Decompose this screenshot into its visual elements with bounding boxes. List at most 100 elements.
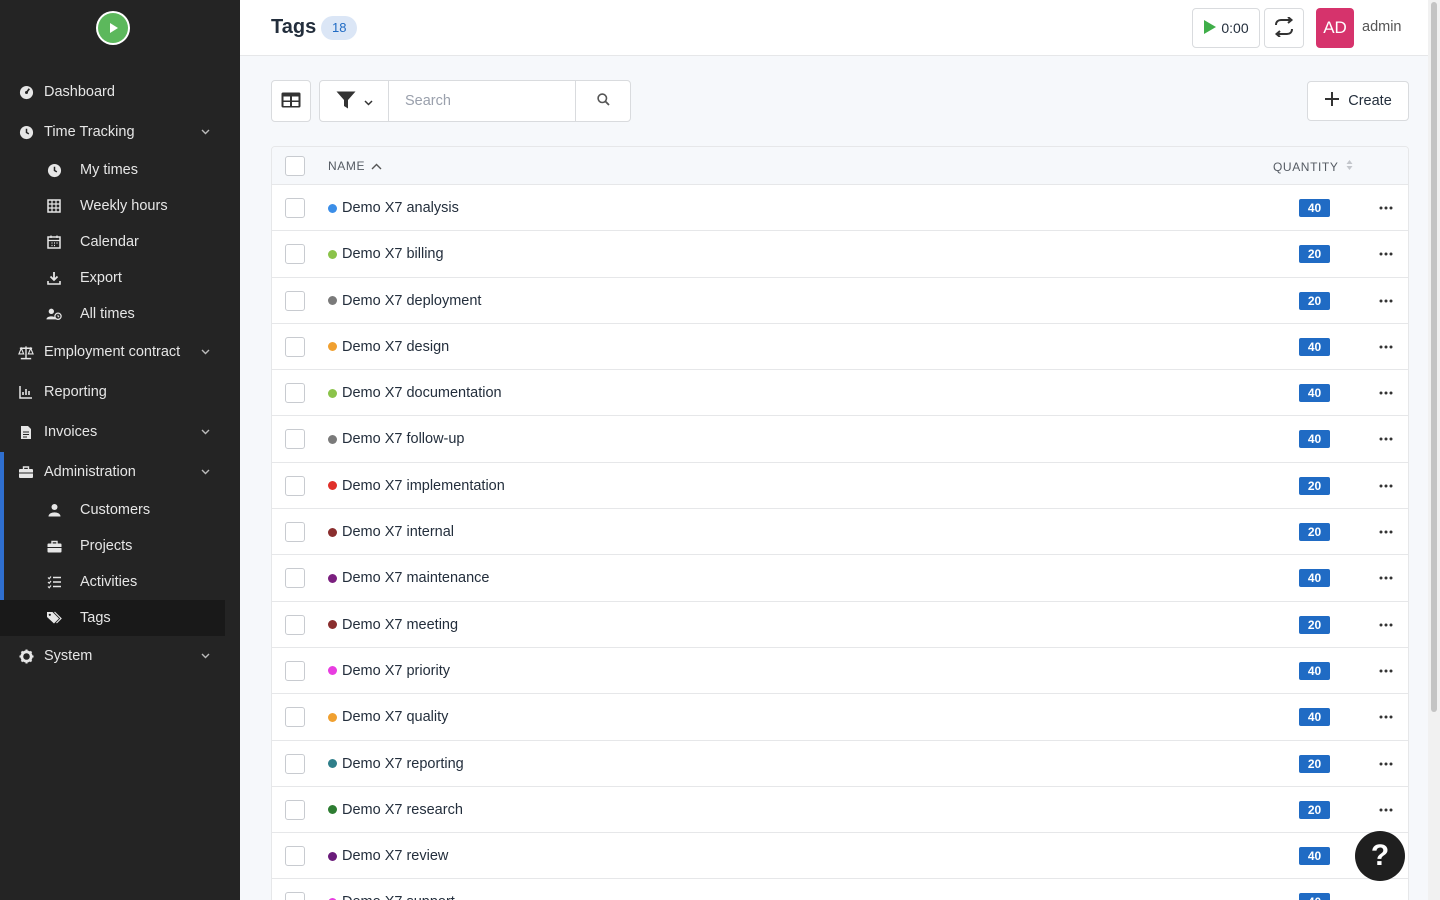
filter-button[interactable] xyxy=(320,81,389,121)
table-row[interactable]: Demo X7 research 20 xyxy=(272,787,1408,834)
tag-name-cell[interactable]: Demo X7 reporting xyxy=(328,756,464,772)
tag-name-cell[interactable]: Demo X7 research xyxy=(328,802,463,818)
column-header-name[interactable]: NAME xyxy=(328,159,382,173)
table-row[interactable]: Demo X7 documentation 40 xyxy=(272,370,1408,417)
row-actions-button[interactable] xyxy=(1376,384,1396,402)
table-row[interactable]: Demo X7 priority 40 xyxy=(272,648,1408,695)
row-actions-button[interactable] xyxy=(1376,477,1396,495)
row-checkbox[interactable] xyxy=(285,846,305,867)
table-row[interactable]: Demo X7 design 40 xyxy=(272,324,1408,371)
row-actions-button[interactable] xyxy=(1376,801,1396,819)
sidebar-item-time-tracking[interactable]: Time Tracking xyxy=(0,112,240,152)
start-timer-button[interactable]: 0:00 xyxy=(1192,8,1260,48)
row-checkbox[interactable] xyxy=(285,799,305,820)
select-all-checkbox[interactable] xyxy=(285,156,305,176)
tag-name-cell[interactable]: Demo X7 implementation xyxy=(328,478,505,494)
tag-name-cell[interactable]: Demo X7 deployment xyxy=(328,293,481,309)
row-actions-button[interactable] xyxy=(1376,662,1396,680)
row-actions-button[interactable] xyxy=(1376,338,1396,356)
tag-color-dot xyxy=(328,434,337,444)
tag-name-cell[interactable]: Demo X7 maintenance xyxy=(328,570,490,586)
table-row[interactable]: Demo X7 meeting 20 xyxy=(272,602,1408,648)
row-actions-button[interactable] xyxy=(1376,292,1396,310)
tag-name-cell[interactable]: Demo X7 meeting xyxy=(328,617,458,633)
sidebar-item-customers[interactable]: Customers xyxy=(0,492,240,528)
sidebar-item-reporting[interactable]: Reporting xyxy=(0,372,240,412)
sidebar-item-my-times[interactable]: My times xyxy=(0,152,240,188)
sidebar-item-tags[interactable]: Tags xyxy=(0,600,225,636)
page-scrollbar[interactable] xyxy=(1428,0,1440,900)
row-checkbox[interactable] xyxy=(285,892,305,900)
row-actions-button[interactable] xyxy=(1376,523,1396,541)
row-checkbox[interactable] xyxy=(285,290,305,311)
sidebar-item-administration[interactable]: Administration xyxy=(0,452,240,492)
tag-name-cell[interactable]: Demo X7 review xyxy=(328,848,448,864)
tag-name: Demo X7 review xyxy=(342,848,449,865)
sidebar-item-export[interactable]: Export xyxy=(0,260,240,296)
tag-name-cell[interactable]: Demo X7 priority xyxy=(328,663,450,679)
table-row[interactable]: Demo X7 deployment 20 xyxy=(272,278,1408,324)
row-checkbox[interactable] xyxy=(285,429,305,450)
row-actions-button[interactable] xyxy=(1376,708,1396,726)
sort-icon xyxy=(1346,159,1353,174)
row-actions-button[interactable] xyxy=(1376,569,1396,587)
table-row[interactable]: Demo X7 quality 40 xyxy=(272,694,1408,741)
row-checkbox[interactable] xyxy=(285,475,305,496)
column-header-quantity[interactable]: QUANTITY xyxy=(1273,159,1353,174)
table-row[interactable]: Demo X7 follow-up 40 xyxy=(272,416,1408,463)
row-checkbox[interactable] xyxy=(285,522,305,543)
avatar[interactable]: AD xyxy=(1316,8,1354,48)
table-view-button[interactable] xyxy=(271,80,311,122)
row-actions-button[interactable] xyxy=(1376,430,1396,448)
row-actions-button[interactable] xyxy=(1376,755,1396,773)
sidebar-item-label: System xyxy=(44,648,93,664)
sidebar-item-employment-contract[interactable]: Employment contract xyxy=(0,332,240,372)
row-actions-button[interactable] xyxy=(1376,245,1396,263)
row-checkbox[interactable] xyxy=(285,707,305,728)
sidebar-item-all-times[interactable]: All times xyxy=(0,296,240,332)
sidebar-item-dashboard[interactable]: Dashboard xyxy=(0,72,240,112)
row-checkbox[interactable] xyxy=(285,660,305,681)
row-checkbox[interactable] xyxy=(285,568,305,589)
row-checkbox[interactable] xyxy=(285,198,305,218)
tag-name-cell[interactable]: Demo X7 analysis xyxy=(328,200,459,216)
row-checkbox[interactable] xyxy=(285,336,305,357)
sidebar-item-projects[interactable]: Projects xyxy=(0,528,240,564)
search-button[interactable] xyxy=(576,81,630,121)
create-button[interactable]: Create xyxy=(1307,81,1409,121)
tag-name-cell[interactable]: Demo X7 follow-up xyxy=(328,431,465,447)
app-logo[interactable] xyxy=(96,11,130,45)
tag-name-cell[interactable]: Demo X7 quality xyxy=(328,709,448,725)
tag-name-cell[interactable]: Demo X7 documentation xyxy=(328,385,502,401)
row-actions-button[interactable] xyxy=(1376,893,1396,900)
row-checkbox[interactable] xyxy=(285,614,305,635)
tag-name-cell[interactable]: Demo X7 design xyxy=(328,339,449,355)
scroll-thumb[interactable] xyxy=(1431,2,1437,712)
row-checkbox[interactable] xyxy=(285,753,305,774)
row-actions-button[interactable] xyxy=(1376,199,1396,217)
table-row[interactable]: Demo X7 reporting 20 xyxy=(272,741,1408,787)
restart-button[interactable] xyxy=(1264,8,1304,48)
sidebar-item-activities[interactable]: Activities xyxy=(0,564,240,600)
sidebar-item-calendar[interactable]: Calendar xyxy=(0,224,240,260)
sidebar-item-invoices[interactable]: Invoices xyxy=(0,412,240,452)
table-row[interactable]: Demo X7 review 40 xyxy=(272,833,1408,880)
table-row[interactable]: Demo X7 internal 20 xyxy=(272,509,1408,556)
sidebar-item-label: Reporting xyxy=(44,384,107,400)
table-row[interactable]: Demo X7 analysis 40 xyxy=(272,185,1408,232)
sidebar-item-system[interactable]: System xyxy=(0,636,240,676)
tag-name-cell[interactable]: Demo X7 billing xyxy=(328,246,444,262)
user-name[interactable]: admin xyxy=(1362,19,1402,35)
row-checkbox[interactable] xyxy=(285,244,305,265)
table-row[interactable]: Demo X7 support 40 xyxy=(272,879,1408,900)
table-row[interactable]: Demo X7 maintenance 40 xyxy=(272,555,1408,602)
row-checkbox[interactable] xyxy=(285,383,305,404)
search-input[interactable] xyxy=(389,81,576,121)
sidebar-item-weekly-hours[interactable]: Weekly hours xyxy=(0,188,240,224)
tag-name-cell[interactable]: Demo X7 internal xyxy=(328,524,454,540)
tag-name-cell[interactable]: Demo X7 support xyxy=(328,894,455,900)
table-row[interactable]: Demo X7 implementation 20 xyxy=(272,463,1408,510)
row-actions-button[interactable] xyxy=(1376,616,1396,634)
help-button[interactable]: ? xyxy=(1355,831,1405,881)
table-row[interactable]: Demo X7 billing 20 xyxy=(272,231,1408,278)
